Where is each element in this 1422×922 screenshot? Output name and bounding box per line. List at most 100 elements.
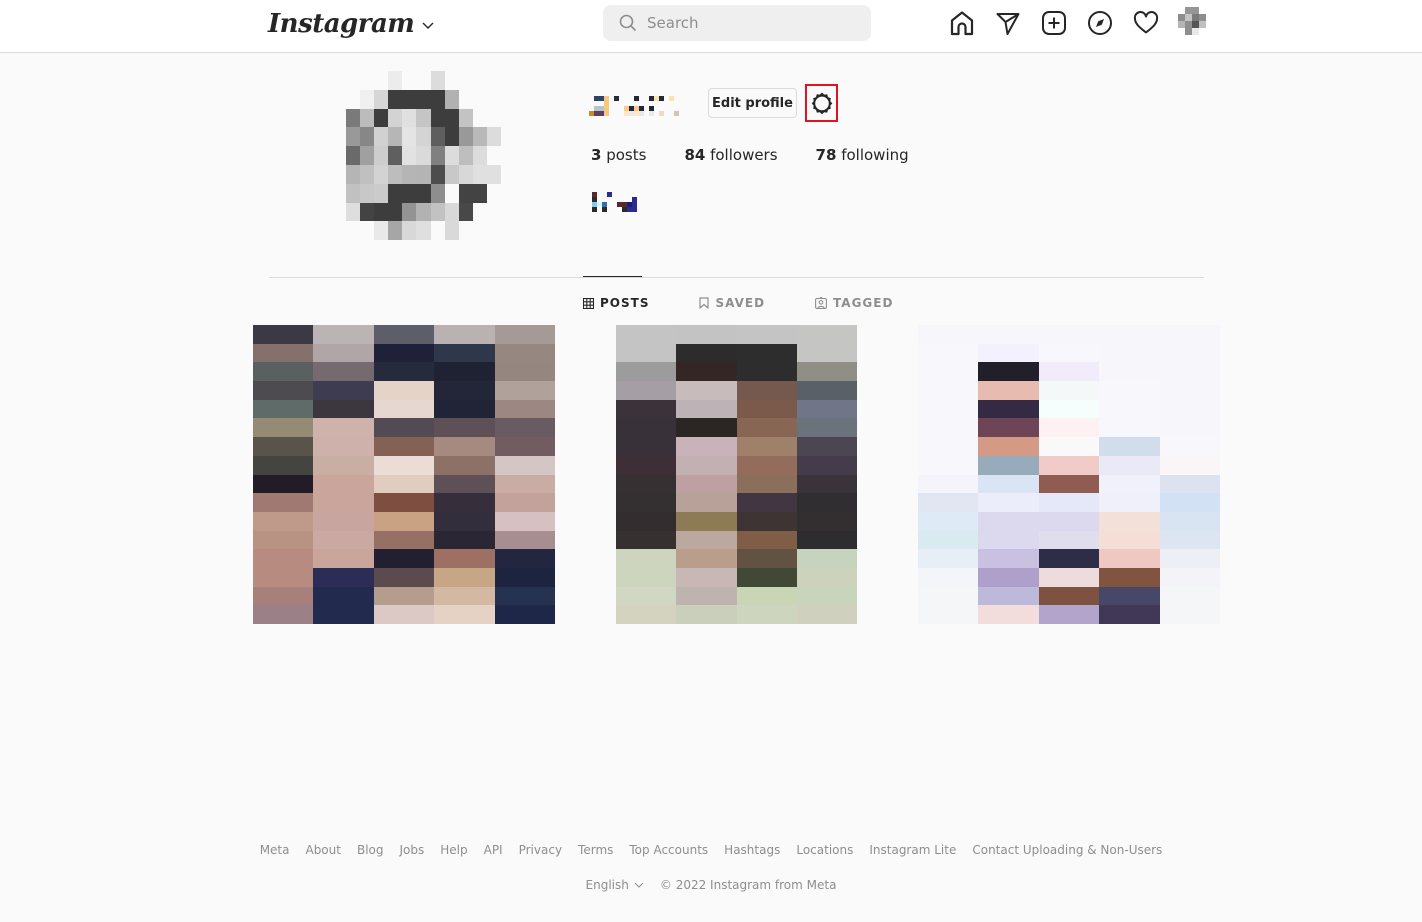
footer-link[interactable]: Locations (796, 843, 853, 857)
post-pixel (978, 343, 1039, 363)
tab-saved-label: SAVED (715, 296, 766, 310)
avatar-pixel (374, 202, 389, 222)
post-pixel (616, 399, 677, 419)
avatar-pixel (346, 202, 361, 222)
home-button[interactable] (948, 9, 976, 37)
post-pixel (676, 455, 737, 475)
post-pixel (373, 455, 435, 475)
post-pixel (1159, 437, 1220, 456)
footer-link[interactable]: Hashtags (724, 843, 780, 857)
post-pixel (676, 418, 737, 438)
search-bar[interactable] (603, 5, 871, 41)
avatar-pixel (472, 89, 487, 109)
post-pixel (1038, 511, 1100, 531)
post-pixel (434, 605, 495, 624)
edit-profile-button[interactable]: Edit profile (708, 88, 797, 118)
post-pixel (1159, 586, 1220, 606)
instagram-logo[interactable]: Instagram (268, 6, 434, 42)
activity-button[interactable] (1132, 9, 1160, 37)
post-pixel (253, 437, 314, 456)
avatar-pixel (472, 183, 487, 203)
footer-link[interactable]: Top Accounts (629, 843, 708, 857)
post-pixel (736, 530, 797, 550)
avatar-pixel (444, 221, 459, 241)
post-pixel (1038, 437, 1100, 456)
nav-avatar-pixel (1178, 28, 1185, 35)
avatar-pixel (374, 164, 389, 184)
post-pixel (616, 511, 677, 531)
footer-link[interactable]: Help (440, 843, 467, 857)
footer-link[interactable]: Jobs (400, 843, 425, 857)
nav-avatar-pixel (1199, 7, 1206, 14)
explore-button[interactable] (1086, 9, 1114, 37)
post-pixel (373, 567, 435, 587)
post-pixel (253, 474, 314, 494)
footer-link[interactable]: API (484, 843, 503, 857)
avatar-pixel (402, 164, 417, 184)
active-tab-indicator (583, 276, 642, 277)
post-pixel (1099, 362, 1160, 382)
post-thumbnail[interactable] (918, 325, 1220, 624)
settings-button[interactable] (805, 84, 838, 122)
search-input[interactable] (647, 14, 847, 32)
avatar-pixel (444, 108, 459, 128)
avatar-pixel (402, 221, 417, 241)
tab-tagged[interactable]: TAGGED (815, 296, 893, 310)
avatar-pixel (346, 127, 361, 147)
post-pixel (796, 586, 857, 606)
post-pixel (1038, 455, 1100, 475)
post-pixel (676, 511, 737, 531)
nav-avatar-pixel (1178, 7, 1185, 14)
post-pixel (736, 399, 797, 419)
avatar-pixel (472, 127, 487, 147)
avatar-pixel (374, 108, 389, 128)
avatar-pixel (346, 89, 361, 109)
avatar-pixel (374, 183, 389, 203)
post-pixel (253, 362, 314, 382)
post-pixel (313, 399, 374, 419)
post-pixel (434, 511, 495, 531)
post-pixel (616, 455, 677, 475)
avatar-pixel (458, 71, 473, 90)
post-pixel (918, 381, 979, 400)
footer-link[interactable]: Meta (260, 843, 290, 857)
post-pixel (1038, 493, 1100, 512)
search-icon (619, 14, 637, 32)
avatar-pixel (360, 202, 375, 222)
avatar-pixel (416, 89, 431, 109)
tab-tagged-label: TAGGED (833, 296, 894, 310)
post-pixel (313, 381, 374, 400)
footer-bottom: English © 2022 Instagram from Meta (0, 878, 1422, 892)
post-pixel (918, 530, 979, 550)
footer-link[interactable]: About (305, 843, 340, 857)
footer-link[interactable]: Terms (578, 843, 613, 857)
followers-link[interactable]: 84 followers (684, 146, 777, 164)
following-link[interactable]: 78 following (816, 146, 909, 164)
avatar-pixel (458, 164, 473, 184)
post-thumbnail[interactable] (253, 325, 555, 624)
avatar-pixel (458, 221, 473, 241)
language-selector[interactable]: English (586, 878, 644, 892)
profile-avatar-button[interactable] (1178, 7, 1206, 35)
post-pixel (1038, 474, 1100, 494)
post-pixel (736, 549, 797, 568)
post-pixel (918, 399, 979, 419)
post-pixel (616, 325, 677, 344)
footer-link[interactable]: Blog (357, 843, 384, 857)
post-thumbnail[interactable] (616, 325, 857, 624)
tab-saved[interactable]: SAVED (699, 296, 765, 310)
profile-picture[interactable] (346, 71, 502, 241)
post-pixel (1159, 343, 1220, 363)
post-pixel (978, 455, 1039, 475)
footer-link[interactable]: Contact Uploading & Non-Users (972, 843, 1162, 857)
new-post-button[interactable] (1040, 9, 1068, 37)
tab-posts[interactable]: POSTS (583, 296, 649, 310)
chevron-down-icon[interactable] (422, 22, 434, 30)
direct-messages-button[interactable] (994, 9, 1022, 37)
footer-link[interactable]: Instagram Lite (869, 843, 956, 857)
footer-link[interactable]: Privacy (519, 843, 562, 857)
avatar-pixel (486, 127, 502, 147)
post-pixel (796, 530, 857, 550)
avatar-pixel (346, 183, 361, 203)
post-pixel (918, 493, 979, 512)
